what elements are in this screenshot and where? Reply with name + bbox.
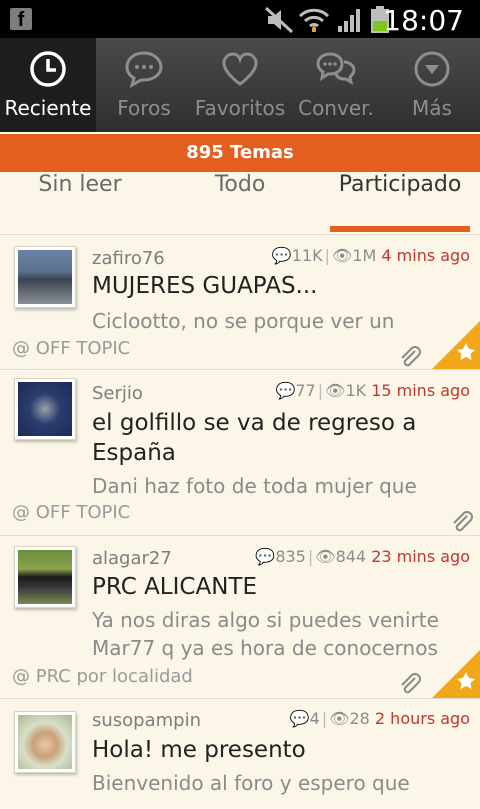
- divider: |: [307, 547, 314, 566]
- thread-stats: 💬4 | 👁28 2 hours ago: [290, 709, 470, 728]
- thread-time: 4 mins ago: [381, 246, 470, 265]
- reply-count: 77: [295, 381, 316, 400]
- view-count: 1M: [352, 246, 377, 265]
- tab-label: Conver.: [298, 96, 374, 120]
- tab-sin-leer[interactable]: Sin leer: [0, 172, 160, 234]
- tab-label: Reciente: [4, 96, 92, 120]
- wifi-icon: [298, 8, 330, 32]
- tab-favoritos[interactable]: Favoritos: [192, 38, 288, 132]
- eye-icon: 👁: [315, 547, 336, 566]
- filter-tabs: Sin leer Todo Participado: [0, 172, 480, 235]
- thread-time: 23 mins ago: [371, 547, 470, 566]
- avatar: [14, 246, 76, 308]
- clock-icon: [30, 51, 66, 87]
- list-item[interactable]: alagar27 💬835 | 👁844 23 mins ago PRC ALICA…: [0, 536, 480, 699]
- divider: |: [324, 246, 330, 265]
- thread-stats: 💬835 | 👁844 23 mins ago: [255, 547, 470, 566]
- thread-title[interactable]: el golfillo se va de regreso a España: [92, 408, 468, 468]
- status-bar: f 18:07: [0, 0, 480, 38]
- avatar-image: [18, 250, 72, 304]
- attachment-icon: [401, 673, 421, 694]
- divider: |: [317, 381, 324, 400]
- thread-list: zafiro76 💬11K | 👁1M 4 mins ago MUJERES GUA…: [0, 235, 480, 809]
- signal-icon: [338, 9, 360, 32]
- attachment-icon: [453, 511, 473, 532]
- forum-name[interactable]: @ PRC por localidad: [12, 666, 193, 687]
- thread-author[interactable]: Serjio: [92, 383, 143, 404]
- list-item[interactable]: susopampin 💬4 | 👁28 2 hours ago Hola! me p…: [0, 699, 480, 809]
- avatar: [14, 378, 76, 440]
- eye-icon: 👁: [329, 709, 350, 728]
- heart-icon: [222, 52, 258, 86]
- thread-author[interactable]: zafiro76: [92, 248, 165, 269]
- list-item[interactable]: Serjio 💬77 | 👁1K 15 mins ago el golfillo s…: [0, 370, 480, 536]
- eye-icon: 👁: [325, 381, 346, 400]
- thread-stats: 💬11K | 👁1M 4 mins ago: [272, 246, 470, 265]
- forum-name[interactable]: @ OFF TOPIC: [12, 502, 130, 523]
- view-count: 1K: [345, 381, 367, 400]
- list-item[interactable]: zafiro76 💬11K | 👁1M 4 mins ago MUJERES GUA…: [0, 235, 480, 370]
- facebook-icon: f: [10, 8, 32, 31]
- reply-count: 4: [309, 709, 320, 728]
- tab-label: Sin leer: [38, 172, 122, 197]
- thread-title[interactable]: MUJERES GUAPAS...: [92, 271, 468, 301]
- speech-bubble-icon: [125, 51, 163, 88]
- mute-icon: [264, 6, 294, 34]
- forum-name[interactable]: @ OFF TOPIC: [12, 338, 130, 359]
- tab-todo[interactable]: Todo: [160, 172, 320, 234]
- tab-mas[interactable]: Más: [384, 38, 480, 132]
- tab-label: Más: [412, 96, 452, 120]
- avatar: [14, 546, 76, 608]
- thread-stats: 💬77 | 👁1K 15 mins ago: [275, 381, 470, 400]
- starred-icon: [432, 650, 480, 698]
- replies-icon: 💬: [275, 381, 296, 400]
- replies-icon: 💬: [255, 547, 276, 566]
- conversations-icon: [316, 52, 356, 86]
- active-tab-indicator: [330, 226, 470, 232]
- tab-foros[interactable]: Foros: [96, 38, 192, 132]
- attachment-icon: [401, 346, 421, 367]
- thread-author[interactable]: alagar27: [92, 548, 172, 569]
- avatar-image: [18, 715, 72, 769]
- avatar: [14, 711, 76, 773]
- tab-conversaciones[interactable]: Conver.: [288, 38, 384, 132]
- thread-time: 15 mins ago: [371, 381, 470, 400]
- thread-title[interactable]: Hola! me presento: [92, 735, 468, 765]
- thread-preview: Dani haz foto de toda mujer que: [92, 474, 417, 498]
- reply-count: 11K: [291, 246, 323, 265]
- tab-participado[interactable]: Participado: [330, 172, 470, 234]
- thread-preview: Bienvenido al foro y espero que: [92, 771, 410, 795]
- tab-label: Foros: [117, 96, 171, 120]
- replies-icon: 💬: [289, 709, 310, 728]
- thread-author[interactable]: susopampin: [92, 710, 201, 731]
- reply-count: 835: [275, 547, 306, 566]
- clock-time: 18:07: [383, 4, 464, 37]
- chevron-down-circle-icon: [414, 51, 450, 87]
- tab-label: Todo: [214, 172, 266, 197]
- replies-icon: 💬: [271, 246, 292, 265]
- thread-preview: Ya nos diras algo si puedes venirte Mar7…: [92, 608, 439, 660]
- starred-icon: [432, 321, 480, 369]
- view-count: 28: [349, 709, 370, 728]
- thread-time: 2 hours ago: [374, 709, 470, 728]
- eye-icon: 👁: [332, 246, 353, 265]
- avatar-image: [18, 382, 72, 436]
- top-navigation: Reciente Foros Favoritos Conver. Más: [0, 38, 480, 132]
- tab-label: Participado: [338, 172, 462, 197]
- thread-preview: Ciclootto, no se porque ver un: [92, 309, 395, 333]
- divider: |: [321, 709, 328, 728]
- tab-label: Favoritos: [194, 96, 286, 120]
- thread-title[interactable]: PRC ALICANTE: [92, 572, 468, 602]
- tab-reciente[interactable]: Reciente: [0, 38, 96, 132]
- topics-count-bar: 895 Temas: [0, 134, 480, 172]
- avatar-image: [18, 550, 72, 604]
- view-count: 844: [335, 547, 367, 566]
